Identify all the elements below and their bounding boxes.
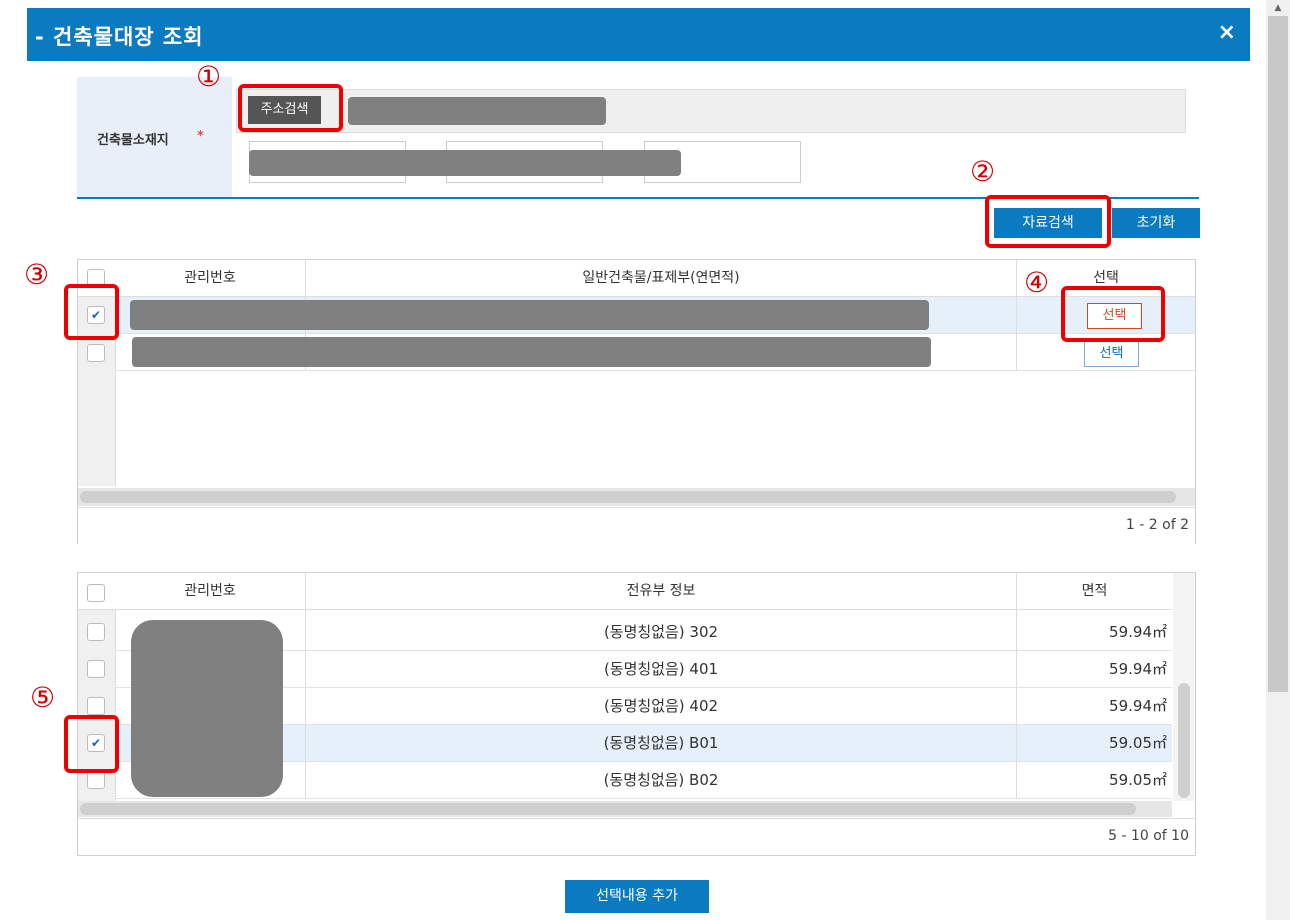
column-divider (1016, 260, 1017, 370)
unit-info: (동명칭없음) 302 (603, 623, 719, 641)
unit-info: (동명칭없음) B02 (603, 771, 719, 789)
row-checkbox[interactable]: ✔ (87, 306, 105, 324)
unit-info: (동명칭없음) 402 (603, 697, 719, 715)
marker-number-1: ① (196, 60, 222, 93)
row-checkbox[interactable] (87, 623, 105, 641)
close-icon[interactable]: × (1218, 20, 1236, 45)
scroll-up-icon[interactable]: ▲ (1266, 0, 1290, 16)
search-button[interactable]: 자료검색 (994, 208, 1102, 238)
unit-grid-hscroll-thumb[interactable] (80, 803, 1136, 815)
row-select-button[interactable]: 선택 (1084, 341, 1139, 367)
address-search-button[interactable]: 주소검색 (248, 96, 321, 124)
row-checkbox[interactable]: ✔ (87, 734, 105, 752)
unit-info: (동명칭없음) 401 (603, 660, 719, 678)
unit-select-all-checkbox[interactable] (87, 584, 105, 602)
row-select-button[interactable]: 선택 (1087, 303, 1142, 329)
unit-area: 59.94㎡ (1109, 660, 1167, 678)
unit-info: (동명칭없음) B01 (603, 734, 719, 752)
add-selection-button[interactable]: 선택내용 추가 (565, 880, 709, 913)
marker-number-2: ② (970, 155, 996, 188)
unit-area: 59.05㎡ (1109, 734, 1167, 752)
unit-grid-vscroll-thumb[interactable] (1178, 683, 1190, 798)
location-label: 건축물소재지 (97, 133, 169, 148)
marker-number-5: ⑤ (30, 681, 56, 714)
pager-text: 5 - 10 of 10 (1108, 828, 1189, 844)
pager-text: 1 - 2 of 2 (1125, 517, 1189, 533)
unit-grid-header: 관리번호 전유부 정보 면적 (78, 573, 1172, 610)
unit-grid-vscroll[interactable] (1173, 573, 1194, 801)
location-label-cell: 건축물소재지 * (77, 77, 232, 197)
address-redacted (348, 97, 606, 125)
building-grid-hscroll-thumb[interactable] (80, 491, 1176, 503)
unit-id-redacted (131, 620, 283, 797)
dialog-header: - 건축물대장 조회 × (27, 8, 1250, 61)
column-header-id: 관리번호 (184, 270, 236, 286)
column-header-building: 일반건축물/표제부(연면적) (582, 270, 740, 286)
building-select-all-checkbox[interactable] (87, 269, 105, 287)
row-checkbox[interactable] (87, 344, 105, 362)
reset-button[interactable]: 초기화 (1112, 208, 1200, 238)
row-checkbox[interactable] (87, 660, 105, 678)
building-row-redacted (132, 337, 931, 367)
unit-area: 59.94㎡ (1109, 623, 1167, 641)
address-detail-redacted (249, 150, 681, 176)
row-checkbox[interactable] (87, 697, 105, 715)
row-checkbox[interactable] (87, 771, 105, 789)
unit-grid-hscroll[interactable] (78, 801, 1172, 817)
unit-grid-pager: 5 - 10 of 10 (78, 818, 1195, 855)
unit-area: 59.05㎡ (1109, 771, 1167, 789)
building-grid-pager: 1 - 2 of 2 (78, 507, 1195, 544)
marker-number-3: ③ (24, 258, 50, 291)
building-grid-hscroll[interactable] (78, 488, 1195, 506)
building-row-redacted (130, 300, 929, 330)
page-scrollbar[interactable]: ▲ (1266, 0, 1290, 920)
unit-area: 59.94㎡ (1109, 697, 1167, 715)
column-header-area: 면적 (1081, 583, 1108, 599)
column-divider (305, 573, 306, 799)
dialog-title: - 건축물대장 조회 (35, 25, 204, 49)
page-scrollbar-thumb[interactable] (1268, 16, 1288, 692)
column-header-id: 관리번호 (184, 583, 236, 599)
column-divider (1016, 573, 1017, 799)
required-mark: * (197, 129, 204, 144)
marker-number-4: ④ (1024, 266, 1050, 299)
column-header-unit-info: 전유부 정보 (626, 583, 696, 599)
